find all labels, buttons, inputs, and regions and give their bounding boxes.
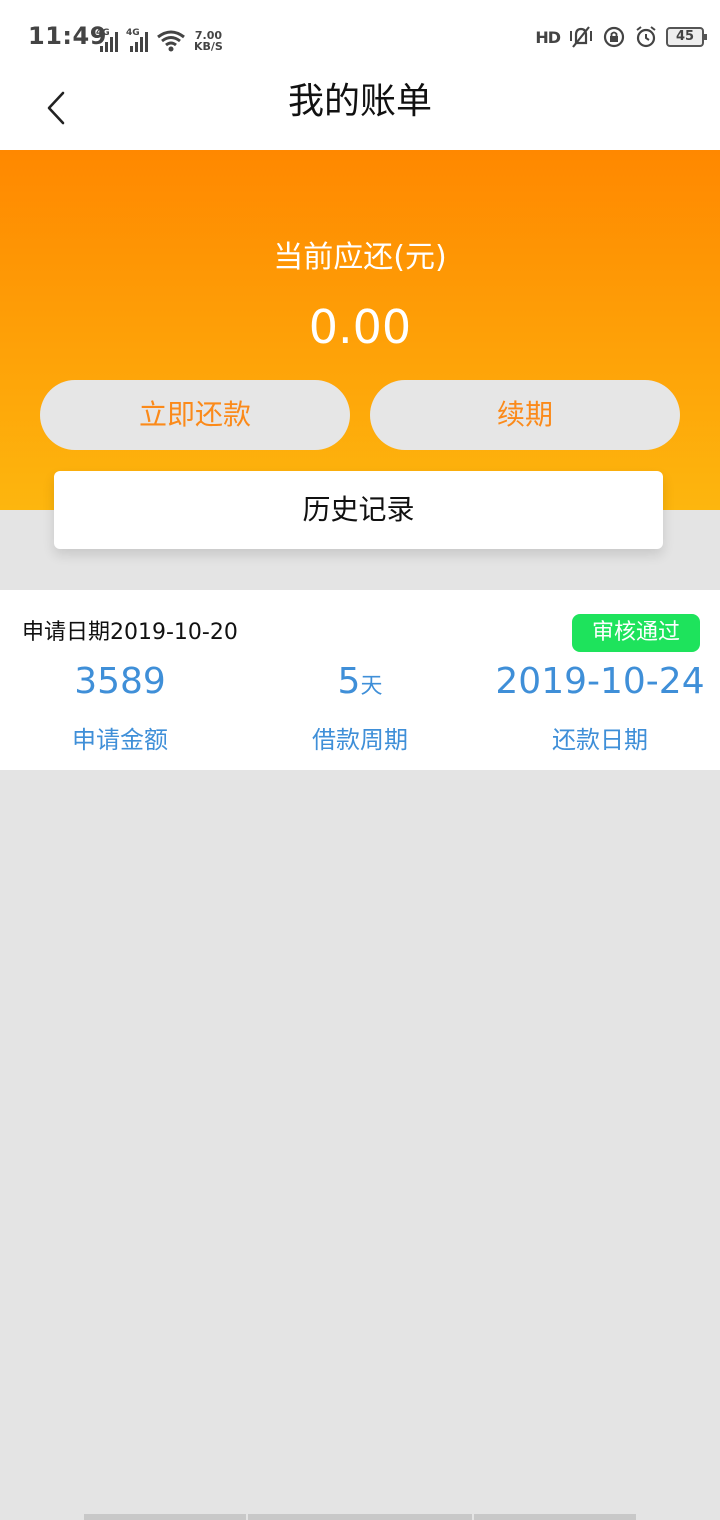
period-value: 5 xyxy=(337,661,361,702)
status-bar: 11:49 4G 4G 7.00 KB/S HD 45 xyxy=(0,0,720,72)
cell-signal-icon: 4G xyxy=(126,28,152,52)
battery-icon: 45 xyxy=(666,27,707,47)
net-speed: 7.00 KB/S xyxy=(194,30,223,52)
back-button[interactable] xyxy=(28,80,84,136)
history-button[interactable]: 历史记录 xyxy=(54,471,663,549)
repay-date-value: 2019-10-24 xyxy=(495,661,705,702)
renew-button[interactable]: 续期 xyxy=(370,380,680,450)
repayment-summary: 当前应还(元) 0.00 立即还款 续期 xyxy=(0,150,720,510)
hd-icon: HD xyxy=(535,27,561,47)
period-stat: 5天 借款周期 xyxy=(240,656,480,755)
alarm-icon xyxy=(636,26,656,48)
signal-type-label: 4G xyxy=(96,28,110,38)
status-badge: 审核通过 xyxy=(571,614,700,652)
repay-date-label: 还款日期 xyxy=(552,726,648,754)
rotation-lock-icon xyxy=(603,26,625,48)
chevron-left-icon xyxy=(47,91,65,125)
vibrate-mute-icon xyxy=(570,26,592,48)
current-due-amount: 0.00 xyxy=(308,300,412,354)
period-label: 借款周期 xyxy=(312,726,408,754)
period-value-row: 5天 xyxy=(240,656,480,708)
cell-signal-icon: 4G xyxy=(96,28,122,52)
status-right-icons: HD 45 xyxy=(535,24,707,50)
amount-value: 3589 xyxy=(74,661,166,702)
period-unit: 天 xyxy=(360,674,383,699)
wifi-icon xyxy=(157,30,185,52)
amount-stat: 3589 申请金额 xyxy=(0,656,240,755)
signal-type-label: 4G xyxy=(126,28,140,38)
nav-header: 我的账单 xyxy=(0,72,720,150)
bottom-bar-segment xyxy=(248,1514,472,1520)
repay-date-stat: 2019-10-24 还款日期 xyxy=(480,656,720,755)
repay-now-button[interactable]: 立即还款 xyxy=(40,380,350,450)
bottom-bar-segment xyxy=(84,1514,246,1520)
amount-label: 申请金额 xyxy=(72,726,168,754)
bottom-bar-segment xyxy=(474,1514,636,1520)
current-due-label: 当前应还(元) xyxy=(273,240,447,275)
net-speed-unit: KB/S xyxy=(194,40,223,53)
apply-date: 申请日期2019-10-20 xyxy=(22,620,238,645)
status-left-icons: 4G 4G 7.00 KB/S xyxy=(96,24,223,52)
bill-item[interactable]: 申请日期2019-10-20 审核通过 3589 申请金额 5天 借款周期 20… xyxy=(0,590,720,770)
page-title: 我的账单 xyxy=(287,81,432,122)
